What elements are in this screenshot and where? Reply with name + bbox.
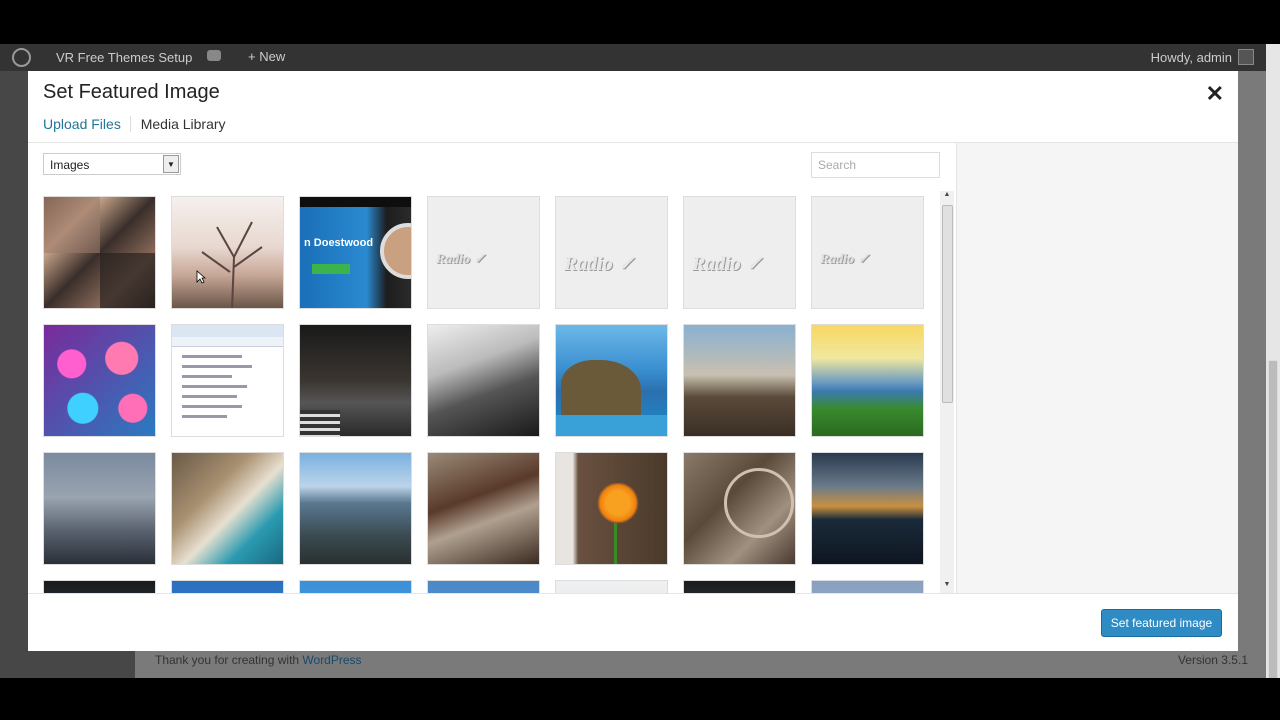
adminbar-howdy[interactable]: Howdy, admin [1151,50,1232,65]
attachment-thumbnail[interactable] [171,580,284,593]
scroll-down-icon[interactable]: ▼ [940,581,954,593]
attachment-thumbnail[interactable] [683,452,796,565]
mouse-cursor-icon [196,270,206,284]
search-input[interactable] [811,152,940,178]
adminbar-new[interactable]: + New [248,49,285,64]
attachment-thumbnail[interactable] [171,324,284,437]
set-featured-image-button[interactable]: Set featured image [1101,609,1222,637]
wordpress-logo-icon[interactable] [12,48,31,67]
video-letterbox-top [0,0,1280,44]
attachment-thumbnail[interactable] [43,580,156,593]
attachment-thumbnail[interactable]: Radio ✓ [427,196,540,309]
media-toolbar-footer: Set featured image [28,593,1238,651]
attachment-thumbnail[interactable] [555,580,668,593]
attachment-thumbnail[interactable]: n Doestwood [299,196,412,309]
attachment-thumbnail[interactable] [299,452,412,565]
watermark-text: Radio ✓ [692,253,763,275]
attachment-thumbnail[interactable] [427,452,540,565]
modal-title: Set Featured Image [43,81,220,103]
attachment-thumbnail[interactable]: Radio ✓ [555,196,668,309]
close-icon[interactable]: ✕ [1206,81,1224,107]
attachment-thumbnail[interactable] [427,580,540,593]
attachment-thumbnail[interactable] [555,324,668,437]
attachment-thumbnail[interactable] [683,324,796,437]
media-router: Upload Files Media Library [43,116,241,142]
chevron-down-icon[interactable]: ▼ [163,155,179,173]
media-modal: Set Featured Image ✕ Upload Files Media … [28,71,1238,651]
scrollbar-thumb[interactable] [942,205,953,403]
attachment-thumbnail[interactable] [43,196,156,309]
footer-wordpress-link[interactable]: WordPress [302,653,361,667]
attachment-thumbnail[interactable] [299,324,412,437]
scroll-up-icon[interactable]: ▲ [940,191,954,203]
attachment-details-sidebar [956,143,1238,593]
footer-thanks: Thank you for creating with WordPress [155,653,362,667]
thumb-site-text: n Doestwood [304,237,374,249]
avatar[interactable] [1238,49,1254,65]
attachment-thumbnail[interactable] [683,580,796,593]
attachment-thumbnail[interactable] [171,452,284,565]
footer-thanks-text: Thank you for creating with [155,653,303,667]
media-filter-select[interactable]: Images ▼ [43,153,181,175]
media-filter-value: Images [50,158,90,172]
attachment-thumbnail[interactable] [43,324,156,437]
video-letterbox-bottom [0,678,1280,720]
watermark-text: Radio ✓ [820,252,870,267]
tab-media-library[interactable]: Media Library [141,116,235,132]
attachment-thumbnail[interactable] [299,580,412,593]
footer-version: Version 3.5.1 [1177,653,1248,667]
tree-image [201,221,263,308]
grid-scrollbar[interactable]: ▲ ▼ [940,191,954,593]
attachment-thumbnail[interactable] [811,324,924,437]
attachment-thumbnail[interactable] [811,452,924,565]
attachment-thumbnail[interactable] [555,452,668,565]
attachment-thumbnail[interactable]: Radio ✓ [683,196,796,309]
adminbar-site-name[interactable]: VR Free Themes Setup [56,50,192,65]
attachment-thumbnail[interactable] [171,196,284,309]
page-scrollbar-thumb[interactable] [1268,360,1278,700]
page-scrollbar[interactable] [1266,44,1280,700]
comments-icon[interactable] [207,50,221,61]
attachment-thumbnail[interactable] [427,324,540,437]
tab-upload-files[interactable]: Upload Files [43,116,131,132]
watermark-text: Radio ✓ [436,252,486,267]
attachment-thumbnail[interactable] [811,580,924,593]
attachment-thumbnail[interactable]: Radio ✓ [811,196,924,309]
wp-admin-bar: VR Free Themes Setup + New Howdy, admin [0,44,1280,71]
attachments-grid: n Doestwood Radio ✓ Radio ✓ Radio ✓ Radi… [43,196,933,593]
attachment-thumbnail[interactable] [43,452,156,565]
watermark-text: Radio ✓ [564,253,635,275]
